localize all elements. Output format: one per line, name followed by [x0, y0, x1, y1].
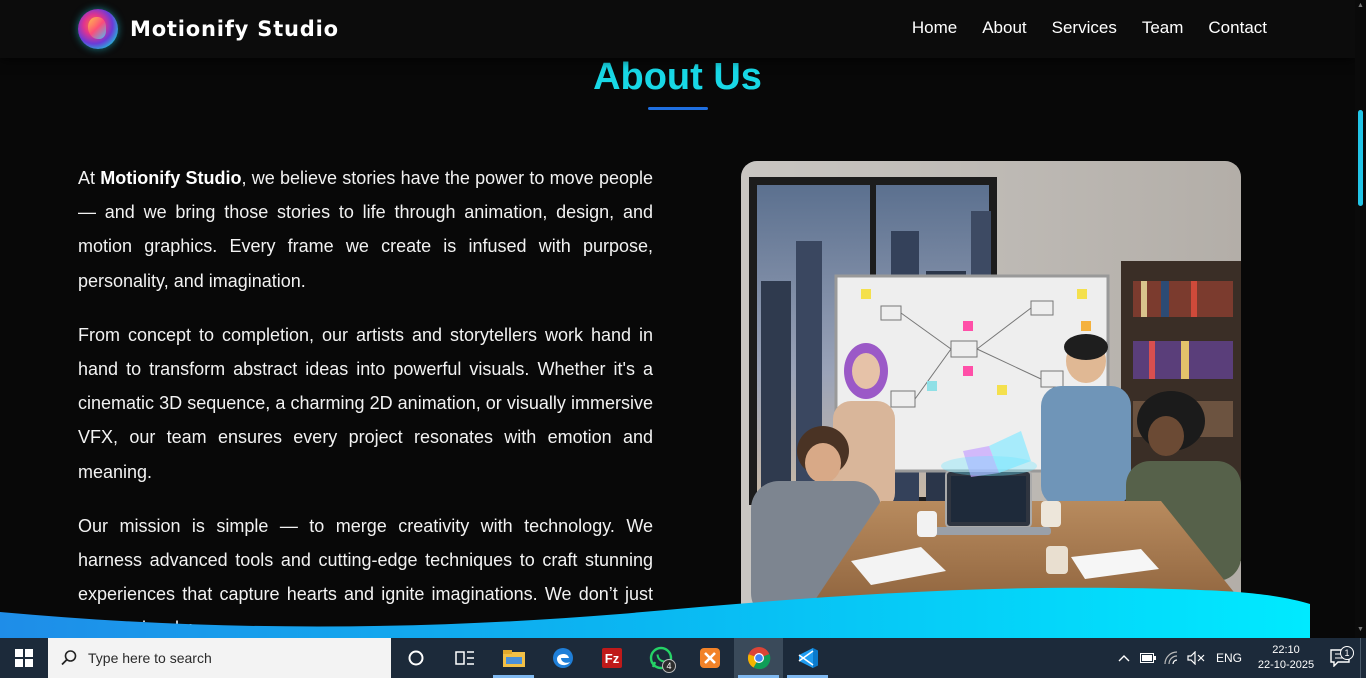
- search-placeholder: Type here to search: [88, 650, 212, 666]
- vscode-icon[interactable]: [783, 638, 832, 678]
- clock-date: 22-10-2025: [1257, 659, 1315, 671]
- whatsapp-icon[interactable]: 4: [636, 638, 685, 678]
- system-clock[interactable]: 22:10 22-10-2025: [1252, 643, 1320, 673]
- page: Motionify Studio Home About Services Tea…: [0, 0, 1366, 638]
- notification-center-icon[interactable]: 1: [1320, 646, 1360, 667]
- about-p1-prefix: At: [78, 168, 101, 188]
- battery-icon[interactable]: [1136, 653, 1160, 663]
- network-icon[interactable]: [1160, 651, 1184, 665]
- about-text: At Motionify Studio, we believe stories …: [78, 161, 653, 638]
- wave-decoration: [0, 587, 1310, 638]
- about-p1-brand: Motionify Studio: [100, 168, 242, 188]
- system-tray: ENG 22:10 22-10-2025 1: [1112, 638, 1366, 678]
- navbar: Motionify Studio Home About Services Tea…: [0, 0, 1355, 58]
- cortana-icon[interactable]: [391, 638, 440, 678]
- whatsapp-badge: 4: [662, 659, 676, 673]
- logo-icon[interactable]: [78, 9, 118, 49]
- taskbar: Type here to search Fz 4 ENG 22:10 22-10…: [0, 638, 1366, 678]
- show-desktop-button[interactable]: [1360, 638, 1366, 678]
- about-paragraph-1: At Motionify Studio, we believe stories …: [78, 161, 653, 298]
- nav-link-about[interactable]: About: [982, 18, 1026, 38]
- svg-text:Fz: Fz: [604, 651, 619, 666]
- section-title: About Us: [593, 56, 762, 98]
- file-explorer-icon[interactable]: [489, 638, 538, 678]
- scroll-down-arrow-icon[interactable]: ▼: [1357, 626, 1364, 633]
- start-button[interactable]: [0, 638, 48, 678]
- xampp-icon[interactable]: [685, 638, 734, 678]
- language-indicator[interactable]: ENG: [1216, 651, 1242, 665]
- scroll-thumb[interactable]: [1358, 110, 1363, 206]
- nav-link-team[interactable]: Team: [1142, 18, 1184, 38]
- main-nav: Home About Services Team Contact: [912, 18, 1267, 38]
- task-view-icon[interactable]: [440, 638, 489, 678]
- scroll-up-arrow-icon[interactable]: ▲: [1357, 2, 1364, 9]
- title-underline: [648, 107, 708, 110]
- edge-icon[interactable]: [538, 638, 587, 678]
- search-icon: [61, 650, 77, 666]
- page-scrollbar[interactable]: ▲ ▼: [1355, 0, 1366, 638]
- nav-link-contact[interactable]: Contact: [1208, 18, 1267, 38]
- nav-link-services[interactable]: Services: [1052, 18, 1117, 38]
- about-paragraph-2: From concept to completion, our artists …: [78, 324, 653, 482]
- tray-overflow-chevron-icon[interactable]: [1112, 654, 1136, 662]
- taskbar-search[interactable]: Type here to search: [48, 638, 391, 678]
- volume-muted-icon[interactable]: [1184, 651, 1208, 665]
- nav-link-home[interactable]: Home: [912, 18, 957, 38]
- windows-icon: [15, 649, 33, 667]
- notification-count: 1: [1340, 646, 1354, 660]
- chrome-icon[interactable]: [734, 638, 783, 678]
- clock-time: 22:10: [1272, 644, 1300, 656]
- team-meeting-image: [741, 161, 1241, 621]
- brand-name[interactable]: Motionify Studio: [130, 17, 339, 41]
- brand[interactable]: Motionify Studio: [78, 9, 339, 49]
- filezilla-icon[interactable]: Fz: [587, 638, 636, 678]
